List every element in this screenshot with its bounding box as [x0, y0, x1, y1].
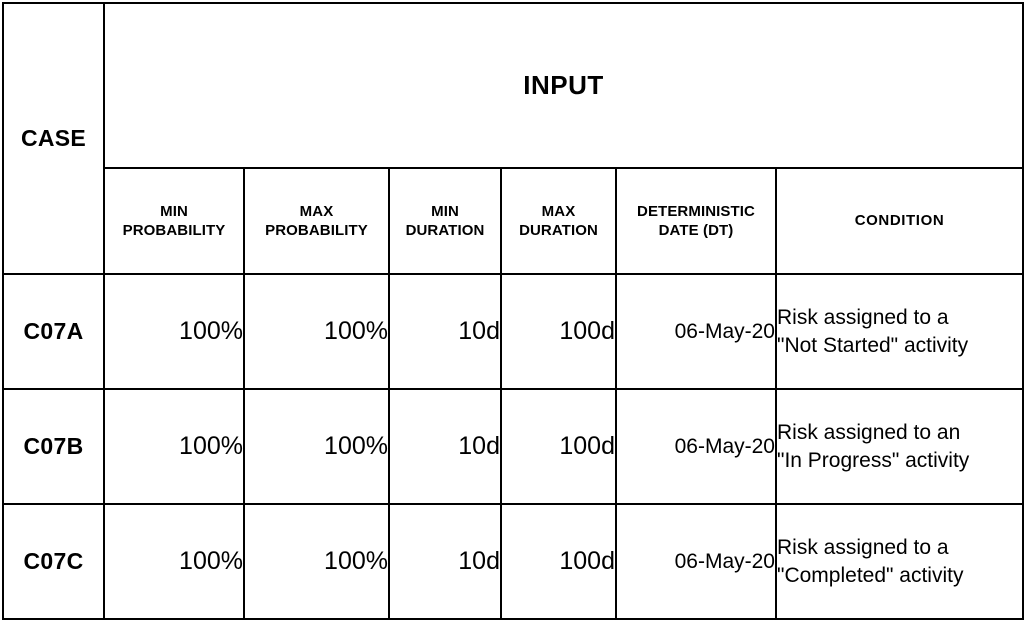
cell-case: C07C — [2, 503, 105, 620]
header-label-max-probability-line1: MAX — [299, 202, 334, 220]
value-max-duration: 100d — [559, 317, 615, 345]
value-deterministic-date: 06-May-20 — [674, 434, 775, 458]
header-cell-input-group: INPUT — [103, 2, 1024, 169]
value-min-probability: 100% — [179, 317, 243, 345]
value-max-duration: 100d — [559, 547, 615, 575]
table-row: C07B 100% 100% 10d 100d 06-May-20 Risk a… — [2, 388, 1024, 505]
value-max-probability: 100% — [324, 317, 388, 345]
cell-deterministic-date: 06-May-20 — [615, 273, 777, 390]
cell-max-duration: 100d — [500, 388, 617, 505]
header-cell-min-duration: MIN DURATION — [388, 167, 502, 275]
cell-case: C07A — [2, 273, 105, 390]
cell-min-duration: 10d — [388, 388, 502, 505]
value-deterministic-date: 06-May-20 — [674, 549, 775, 573]
header-label-min-probability-line2: PROBABILITY — [122, 222, 226, 239]
value-condition-line2: "In Progress" activity — [777, 448, 970, 472]
cell-min-probability: 100% — [103, 388, 245, 505]
value-min-probability: 100% — [179, 547, 243, 575]
table-subheader-row: MIN PROBABILITY MAX PROBABILITY MIN DURA… — [3, 167, 1024, 275]
value-deterministic-date: 06-May-20 — [674, 319, 775, 343]
value-condition-line2: "Not Started" activity — [777, 333, 969, 357]
table-sheet: CASE INPUT MIN PROBABILITY MAX PROBABILI… — [0, 2, 1024, 624]
header-label-max-duration-line1: MAX — [541, 202, 576, 220]
header-label-min-probability-line1: MIN — [160, 202, 188, 220]
header-label-max-duration-line2: DURATION — [519, 222, 598, 239]
header-label-max-probability-line2: PROBABILITY — [265, 222, 368, 239]
value-case: C07A — [23, 318, 84, 344]
value-condition-line1: Risk assigned to a — [777, 305, 949, 329]
header-cell-max-probability: MAX PROBABILITY — [243, 167, 390, 275]
header-cell-condition: CONDITION — [775, 167, 1024, 275]
value-condition-line1: Risk assigned to an — [777, 420, 961, 444]
value-condition-line1: Risk assigned to a — [777, 535, 949, 559]
header-label-min-duration-line1: MIN — [431, 202, 459, 220]
value-min-duration: 10d — [458, 317, 500, 345]
cell-max-duration: 100d — [500, 503, 617, 620]
value-max-duration: 100d — [559, 432, 615, 460]
header-cell-case: CASE — [2, 2, 105, 275]
cell-case: C07B — [2, 388, 105, 505]
header-label-deterministic-date-line1: DETERMINISTIC — [637, 202, 755, 220]
header-label-min-duration-line2: DURATION — [405, 222, 485, 239]
table-row: C07C 100% 100% 10d 100d 06-May-20 Risk a… — [2, 503, 1024, 620]
header-cell-max-duration: MAX DURATION — [500, 167, 617, 275]
cell-max-probability: 100% — [243, 503, 390, 620]
header-cell-min-probability: MIN PROBABILITY — [103, 167, 245, 275]
header-label-deterministic-date-line2: DATE (DT) — [658, 222, 734, 239]
value-min-probability: 100% — [179, 432, 243, 460]
cell-max-probability: 100% — [243, 388, 390, 505]
cell-condition: Risk assigned to an "In Progress" activi… — [775, 388, 1024, 505]
cell-max-duration: 100d — [500, 273, 617, 390]
cell-min-duration: 10d — [388, 273, 502, 390]
value-max-probability: 100% — [324, 432, 388, 460]
cell-deterministic-date: 06-May-20 — [615, 503, 777, 620]
cell-max-probability: 100% — [243, 273, 390, 390]
value-case: C07C — [23, 548, 84, 574]
cell-min-probability: 100% — [103, 503, 245, 620]
cell-min-probability: 100% — [103, 273, 245, 390]
value-max-probability: 100% — [324, 547, 388, 575]
header-label-input: INPUT — [523, 70, 604, 100]
cell-condition: Risk assigned to a "Not Started" activit… — [775, 273, 1024, 390]
value-min-duration: 10d — [458, 432, 500, 460]
header-label-case: CASE — [20, 125, 87, 151]
cell-min-duration: 10d — [388, 503, 502, 620]
cell-deterministic-date: 06-May-20 — [615, 388, 777, 505]
risk-input-table: CASE INPUT MIN PROBABILITY MAX PROBABILI… — [2, 2, 1024, 620]
cell-condition: Risk assigned to a "Completed" activity — [775, 503, 1024, 620]
table-row: C07A 100% 100% 10d 100d 06-May-20 Risk a… — [2, 273, 1024, 390]
value-min-duration: 10d — [458, 547, 500, 575]
table-header-row-group: CASE INPUT — [2, 2, 1024, 275]
value-case: C07B — [23, 433, 84, 459]
value-condition-line2: "Completed" activity — [777, 563, 964, 587]
header-cell-deterministic-date: DETERMINISTIC DATE (DT) — [615, 167, 777, 275]
header-label-condition: CONDITION — [854, 212, 945, 230]
